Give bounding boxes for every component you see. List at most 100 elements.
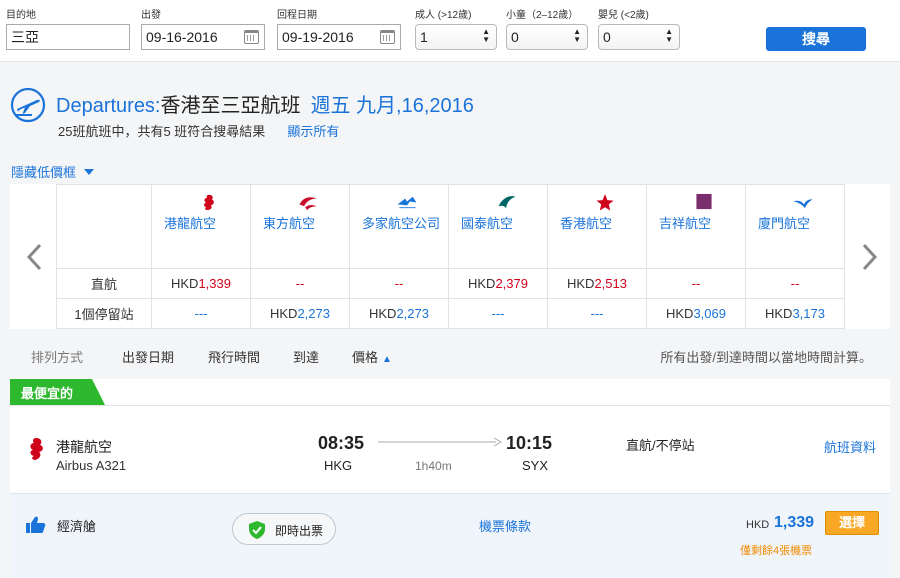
price-currency: HKD <box>369 306 397 321</box>
depart-date-label: 出發 <box>141 10 161 21</box>
price-currency: HKD <box>468 276 496 291</box>
airline-column-header[interactable]: 港龍航空 <box>151 184 251 269</box>
price-matrix: 港龍航空 東方航空 多家航空公司 國泰航空 香港航空 吉祥航空 廈門航空 直航 HKD1,3… <box>10 184 890 329</box>
select-button[interactable]: 選擇 <box>825 511 879 535</box>
destination-label: 目的地 <box>6 10 36 21</box>
departure-time: 08:35 <box>318 433 365 453</box>
sort-ascending-icon: ▲ <box>382 354 392 365</box>
one-stop-price-cell[interactable]: HKD3,173 <box>745 298 845 329</box>
direct-price-cell[interactable]: -- <box>349 268 449 299</box>
price-currency: HKD <box>765 306 793 321</box>
timezone-note: 所有出發/到達時間以當地時間計算。 <box>660 350 872 365</box>
one-stop-price-cell[interactable]: HKD2,273 <box>250 298 350 329</box>
sort-label: 排列方式 <box>31 350 84 365</box>
adults-label: 成人 (>12歲) <box>415 10 472 21</box>
one-stop-price-cell[interactable]: --- <box>448 298 548 329</box>
airline-name: 多家航空公司 <box>362 216 441 231</box>
caret-down-icon <box>84 169 95 175</box>
no-price: -- <box>691 276 701 291</box>
no-price: --- <box>194 306 208 321</box>
airline-column-header[interactable]: 多家航空公司 <box>349 184 449 269</box>
no-price: --- <box>491 306 505 321</box>
flight-airline: 港龍航空 <box>56 439 112 455</box>
destination-input[interactable]: 三亞 <box>6 24 130 50</box>
adults-select[interactable]: 1 ▲ ▼ <box>415 24 497 50</box>
airline-name: 吉祥航空 <box>659 216 712 231</box>
adults-field: 成人 (>12歲) 1 ▲ ▼ <box>415 8 497 50</box>
return-date-input[interactable]: 09-19-2016 <box>277 24 401 50</box>
infants-select[interactable]: 0 ▲ ▼ <box>598 24 680 50</box>
select-arrows-icon: ▲ ▼ <box>573 27 581 44</box>
airline-logo-icon <box>793 199 813 209</box>
direct-price-cell[interactable]: HKD1,339 <box>151 268 251 299</box>
return-date-label: 回程日期 <box>277 10 317 21</box>
one-stop-price-cell[interactable]: HKD3,069 <box>646 298 746 329</box>
dragonair-logo-icon <box>30 438 43 460</box>
depart-date-input[interactable]: 09-16-2016 <box>141 24 265 50</box>
return-date-field: 回程日期 09-19-2016 <box>277 8 401 50</box>
airline-name: 廈門航空 <box>758 216 811 231</box>
result-count: 25班航班中，共有5 班符合搜尋結果 <box>58 124 266 139</box>
sort-price[interactable]: 價格 ▲ <box>352 347 392 366</box>
direct-row-label: 直航 <box>56 268 152 299</box>
price-value: 3,069 <box>693 306 726 321</box>
direct-price-cell[interactable]: -- <box>250 268 350 299</box>
sort-arrival[interactable]: 到達 <box>293 347 319 366</box>
departures-label: Departures: <box>56 95 161 117</box>
flight-aircraft: Airbus A321 <box>56 458 127 473</box>
airline-column-header[interactable]: 廈門航空 <box>745 184 845 269</box>
chevron-right-icon[interactable] <box>860 242 880 272</box>
airline-name: 香港航空 <box>560 216 613 231</box>
search-button[interactable]: 搜尋 <box>766 27 866 51</box>
hide-matrix-toggle[interactable]: 隱藏低價框 <box>11 162 95 181</box>
direct-price-cell[interactable]: -- <box>646 268 746 299</box>
fare-rules-link[interactable]: 機票條款 <box>479 516 531 535</box>
calendar-icon[interactable] <box>380 30 395 44</box>
no-price: -- <box>394 276 404 291</box>
price-value: 2,513 <box>594 276 627 291</box>
instant-ticket-label: 即時出票 <box>275 524 324 538</box>
price-currency: HKD <box>171 276 199 291</box>
airline-header-row: 港龍航空 東方航空 多家航空公司 國泰航空 香港航空 吉祥航空 廈門航空 <box>56 184 845 269</box>
sort-flight-time[interactable]: 飛行時間 <box>208 347 260 366</box>
sort-price-label: 價格 <box>352 350 379 365</box>
result-summary: 25班航班中，共有5 班符合搜尋結果 顯示所有 <box>58 121 339 140</box>
arrival-time: 10:15 <box>506 433 553 453</box>
direct-row: 直航 HKD1,339 -- -- HKD2,379 HKD2,513 -- -- <box>56 268 845 299</box>
price-currency: HKD <box>270 306 298 321</box>
direct-price-cell[interactable]: -- <box>745 268 845 299</box>
airline-name: 國泰航空 <box>461 216 514 231</box>
chevron-left-icon[interactable] <box>24 242 44 272</box>
direct-price-cell[interactable]: HKD2,379 <box>448 268 548 299</box>
one-stop-price-cell[interactable]: --- <box>547 298 647 329</box>
price-currency: HKD <box>666 306 694 321</box>
calendar-icon[interactable] <box>244 30 259 44</box>
one-stop-price-cell[interactable]: --- <box>151 298 251 329</box>
price-value: 2,379 <box>495 276 528 291</box>
flight-details-link[interactable]: 航班資料 <box>824 437 876 456</box>
one-stop-price-cell[interactable]: HKD2,273 <box>349 298 449 329</box>
select-arrows-icon: ▲ ▼ <box>665 27 673 44</box>
depart-date-field: 出發 09-16-2016 <box>141 8 265 50</box>
matrix-corner <box>56 184 152 269</box>
departure-airport: HKG <box>324 458 353 473</box>
airline-column-header[interactable]: 東方航空 <box>250 184 350 269</box>
sort-depart-date[interactable]: 出發日期 <box>122 347 174 366</box>
price-amount: 1,339 <box>774 514 815 531</box>
flight-date: 週五 九月,16,2016 <box>310 95 474 117</box>
price-value: 2,273 <box>396 306 429 321</box>
children-select[interactable]: 0 ▲ ▼ <box>506 24 588 50</box>
infants-label: 嬰兒 (<2歲) <box>598 10 649 21</box>
airline-logo-icon <box>498 196 516 209</box>
airline-column-header[interactable]: 吉祥航空 <box>646 184 746 269</box>
direct-price-cell[interactable]: HKD2,513 <box>547 268 647 299</box>
cheapest-badge-label: 最便宜的 <box>21 386 74 401</box>
seats-left-notice: 僅剩餘4張機票 <box>740 545 813 557</box>
airline-column-header[interactable]: 國泰航空 <box>448 184 548 269</box>
search-bar: 目的地 三亞 出發 09-16-2016 回程日期 09-19-2016 成人 … <box>0 0 900 62</box>
return-date-value: 09-19-2016 <box>282 29 354 45</box>
destination-field: 目的地 三亞 <box>6 8 130 50</box>
airline-column-header[interactable]: 香港航空 <box>547 184 647 269</box>
show-all-link[interactable]: 顯示所有 <box>287 124 339 139</box>
no-price: --- <box>590 306 604 321</box>
